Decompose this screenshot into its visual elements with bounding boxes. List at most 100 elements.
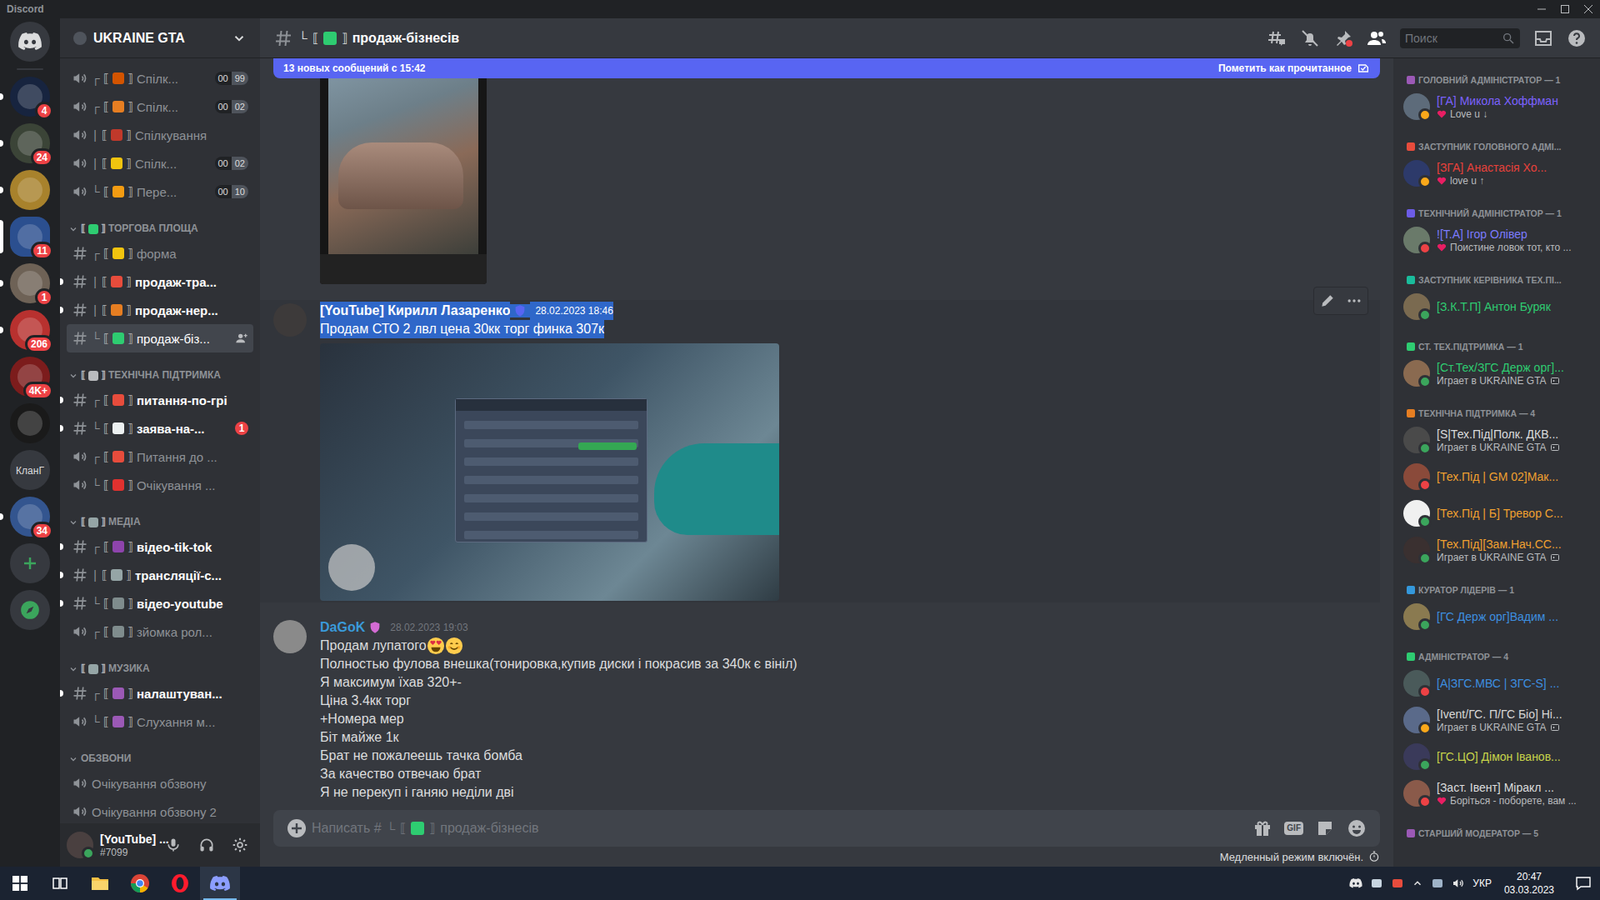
text-channel[interactable]: |⟦⟧продаж-тра...	[66, 267, 254, 296]
pencil-icon[interactable]	[1314, 287, 1341, 315]
voice-channel[interactable]: Очікування обзвону	[66, 769, 254, 798]
gif-button[interactable]: GIF	[1284, 821, 1304, 835]
member-row[interactable]: [ГС.ЦО] Дімон Іванов...	[1393, 738, 1600, 775]
text-channel[interactable]: ┌⟦⟧питання-по-грі	[66, 385, 254, 415]
user-info[interactable]: [YouTube] ...#7099	[100, 831, 154, 859]
text-channel[interactable]: ┌⟦⟧форма	[66, 239, 254, 268]
voice-channel[interactable]: └⟦⟧Очікування ...	[66, 470, 254, 500]
voice-channel[interactable]: |⟦⟧Спілкування	[66, 120, 254, 150]
threads-icon[interactable]	[1266, 28, 1287, 49]
taskbar-app[interactable]	[80, 866, 120, 900]
text-channel[interactable]: ┌⟦⟧відео-tik-tok	[66, 532, 254, 561]
tray-steam-icon[interactable]	[1370, 876, 1384, 890]
tray-volume-icon[interactable]	[1451, 876, 1465, 890]
text-channel[interactable]: ┌⟦⟧налаштуван...	[66, 679, 254, 708]
server-item[interactable]	[0, 543, 60, 584]
member-row[interactable]: [Ivent/ГС. П/ГС Біо] Ні...Играет в UKRAI…	[1393, 701, 1600, 739]
member-row[interactable]: [S|Тех.Під|Полк. ДКВ...Играет в UKRAINE …	[1393, 421, 1600, 459]
microphone-icon[interactable]	[160, 831, 187, 859]
text-channel[interactable]: └⟦⟧заява-на-...1	[66, 414, 254, 443]
member-row[interactable]: [Тех.Під][Зам.Нач.СС...Играет в UKRAINE …	[1393, 531, 1600, 569]
member-row[interactable]: ![Т.А] Ігор ОліверПоистине ловок тот, кт…	[1393, 221, 1600, 259]
more-icon[interactable]	[1340, 287, 1368, 315]
members-icon[interactable]	[1366, 28, 1387, 49]
voice-channel[interactable]: |⟦⟧Спілк...0002	[66, 149, 254, 178]
minimize-icon[interactable]	[1530, 0, 1554, 19]
author-name[interactable]: [YouTube] Кирилл Лазаренко	[320, 301, 510, 320]
member-row[interactable]: [А|ЗГС.МВС | ЗГС-S] ...	[1393, 665, 1600, 702]
channel-category[interactable]: ⟦⟧МЕДІА	[66, 499, 254, 533]
text-channel[interactable]: └⟦⟧відео-youtube	[66, 589, 254, 618]
channel-category[interactable]: ⟦⟧МУЗИКА	[66, 645, 254, 680]
voice-channel[interactable]: └⟦⟧Пере...0010	[66, 177, 254, 206]
tray-chevron-icon[interactable]	[1411, 877, 1424, 890]
server-item[interactable]	[0, 403, 60, 444]
headphones-icon[interactable]	[193, 831, 220, 859]
pin-icon[interactable]	[1333, 28, 1354, 49]
taskbar-app[interactable]	[120, 866, 160, 900]
server-item[interactable]: 34	[0, 496, 60, 537]
server-item[interactable]: КланГ	[0, 450, 60, 490]
server-item[interactable]: 24	[0, 123, 60, 164]
server-item[interactable]: 4K+	[0, 356, 60, 397]
maximize-icon[interactable]	[1553, 0, 1577, 19]
text-channel[interactable]: └⟦⟧продаж-біз...	[66, 324, 254, 353]
voice-channel[interactable]: └⟦⟧Слухання м...	[66, 707, 254, 736]
voice-channel[interactable]: ┌⟦⟧Питання до ...	[66, 442, 254, 471]
user-avatar[interactable]	[273, 620, 307, 654]
server-item[interactable]	[0, 170, 60, 210]
member-row[interactable]: [Тех.Під | Б] Тревор С...	[1393, 495, 1600, 532]
server-item[interactable]: 206	[0, 310, 60, 350]
emoji-icon[interactable]	[1346, 818, 1367, 839]
taskbar-app[interactable]	[200, 866, 240, 900]
text-channel[interactable]: |⟦⟧продаж-нер...	[66, 295, 254, 325]
member-row[interactable]: [Ст.Тех/ЗГС Держ орг]...Играет в UKRAINE…	[1393, 355, 1600, 392]
bell-slash-icon[interactable]	[1300, 28, 1320, 49]
taskbar-app[interactable]	[160, 866, 200, 900]
member-row[interactable]: [ЗГА] Анастасія Хо...love u ↑	[1393, 155, 1600, 192]
member-row[interactable]: [ГА] Микола ХоффманLove u ↓	[1393, 88, 1600, 125]
server-item[interactable]: 11	[0, 216, 60, 257]
server-item[interactable]: 4	[0, 76, 60, 117]
message-composer[interactable]: Написать #└⟦⟧продаж-бізнесівGIF	[273, 810, 1380, 847]
taskbar-app[interactable]	[40, 866, 80, 900]
server-item[interactable]	[0, 21, 60, 62]
text-channel[interactable]: |⟦⟧трансляції-с...	[66, 560, 254, 590]
tray-app-icon[interactable]	[1390, 876, 1405, 890]
new-messages-bar[interactable]: 13 новых сообщений с 15:42Пометить как п…	[273, 58, 1380, 79]
voice-channel[interactable]: ┌⟦⟧Спілк...0099	[66, 64, 254, 93]
sticker-icon[interactable]	[1315, 818, 1335, 839]
notifications-icon[interactable]	[1566, 866, 1600, 900]
server-header[interactable]: UKRAINE GTA	[60, 18, 260, 59]
gift-icon[interactable]	[1252, 818, 1273, 839]
member-row[interactable]: [З.К.Т.П] Антон Буряк	[1393, 288, 1600, 325]
tray-discord-icon[interactable]	[1349, 878, 1363, 889]
tray-network-icon[interactable]	[1430, 876, 1445, 890]
channel-category[interactable]: ⟦⟧ТОРГОВА ПЛОЩА	[66, 205, 254, 240]
image-attachment[interactable]	[320, 58, 487, 285]
inbox-icon[interactable]	[1533, 28, 1554, 49]
gear-icon[interactable]	[226, 831, 254, 859]
voice-channel[interactable]: ┌⟦⟧зйомка рол...	[66, 617, 254, 646]
search-box[interactable]: Поиск	[1400, 28, 1520, 49]
user-avatar[interactable]	[273, 303, 307, 337]
upload-plus-icon[interactable]	[286, 818, 307, 839]
voice-channel[interactable]: ┌⟦⟧Спілк...0002	[66, 92, 254, 121]
mark-read-button[interactable]: Пометить как прочитанное	[1218, 61, 1370, 75]
close-icon[interactable]	[1576, 0, 1600, 19]
voice-channel[interactable]: Очікування обзвону 2	[66, 797, 254, 824]
user-avatar[interactable]	[66, 831, 94, 859]
input-language[interactable]: УКР	[1472, 877, 1492, 890]
member-row[interactable]: [Тех.Під | GM 02]Мак...	[1393, 458, 1600, 495]
member-row[interactable]: [ГС Держ орг]Вадим ...	[1393, 598, 1600, 635]
server-item[interactable]: 1	[0, 263, 60, 304]
image-attachment[interactable]	[320, 343, 780, 601]
channel-category[interactable]: ОБЗВОНИ	[66, 735, 254, 770]
taskbar-app[interactable]	[0, 866, 40, 900]
clock[interactable]: 20:4703.03.2023	[1499, 870, 1560, 897]
author-name[interactable]: DaGoK	[320, 618, 365, 637]
server-item[interactable]	[0, 590, 60, 630]
member-row[interactable]: [Заст. Івент] Міракл ...Боріться - побор…	[1393, 775, 1600, 812]
help-icon[interactable]	[1566, 28, 1587, 49]
channel-category[interactable]: ⟦⟧ТЕХНІЧНА ПІДТРИМКА	[66, 352, 254, 386]
